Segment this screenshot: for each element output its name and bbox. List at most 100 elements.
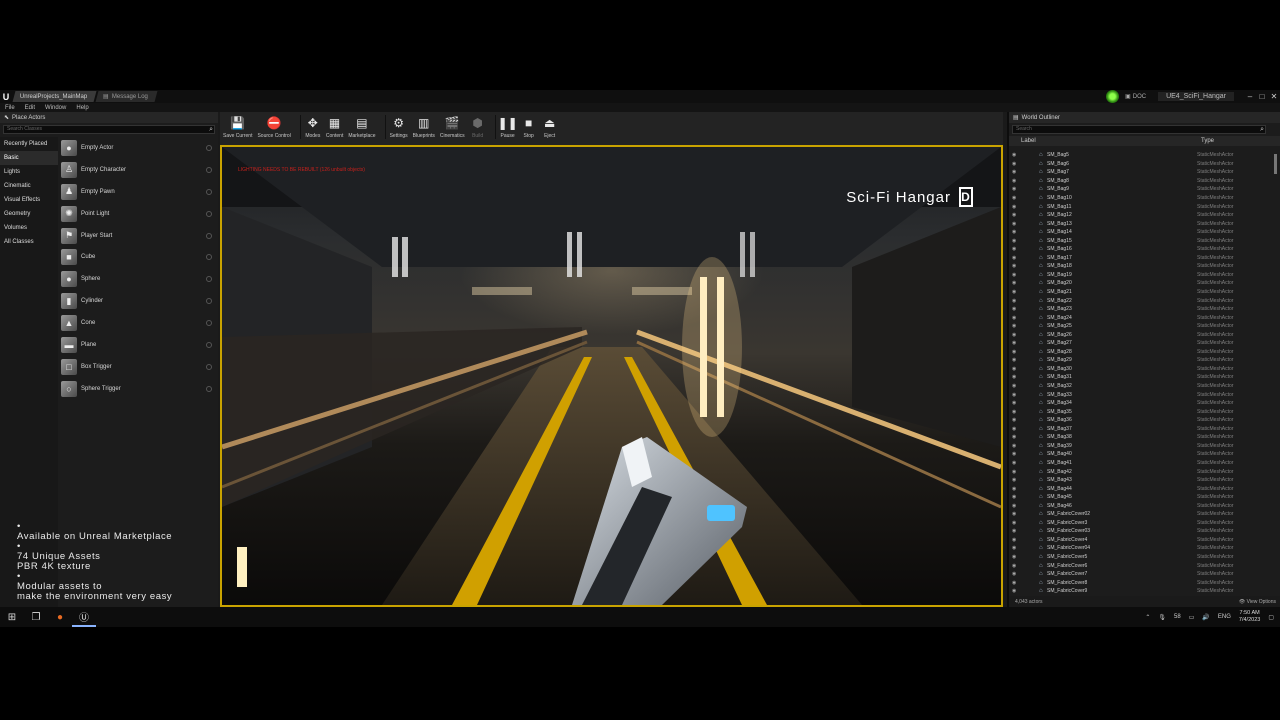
visibility-eye-icon[interactable]: ◉ — [1012, 383, 1019, 389]
actor-item[interactable]: ● Sphere — [58, 268, 218, 290]
outliner-row[interactable]: ◉ ⌂ SM_FabricCover9 StaticMeshActor — [1009, 587, 1275, 595]
settings-button[interactable]: ⚙ Settings — [390, 115, 408, 139]
visibility-eye-icon[interactable]: ◉ — [1012, 494, 1019, 500]
visibility-eye-icon[interactable]: ◉ — [1012, 588, 1019, 594]
outliner-row[interactable]: ◉ ⌂ SM_Bag41 StaticMeshActor — [1009, 459, 1275, 468]
visibility-eye-icon[interactable]: ◉ — [1012, 186, 1019, 192]
eject-button[interactable]: ⏏ Eject — [542, 115, 558, 139]
visibility-eye-icon[interactable]: ◉ — [1012, 409, 1019, 415]
unreal-taskbar-icon[interactable]: Ⓤ — [72, 607, 96, 627]
visibility-eye-icon[interactable]: ◉ — [1012, 161, 1019, 167]
outliner-row[interactable]: ◉ ⌂ SM_Bag20 StaticMeshActor — [1009, 279, 1275, 288]
outliner-row[interactable]: ◉ ⌂ SM_FabricCover4 StaticMeshActor — [1009, 536, 1275, 545]
tab-main-map[interactable]: UnrealProjects_MainMap — [12, 91, 97, 102]
notification-icon[interactable]: ▢ — [1268, 614, 1274, 621]
world-outliner-tab[interactable]: ▤ World Outliner — [1009, 112, 1280, 123]
outliner-row[interactable]: ◉ ⌂ SM_Bag34 StaticMeshActor — [1009, 399, 1275, 408]
visibility-eye-icon[interactable]: ◉ — [1012, 400, 1019, 406]
content-button[interactable]: ▦ Content — [326, 115, 344, 139]
task-view-icon[interactable]: ❐ — [24, 607, 48, 627]
category-geometry[interactable]: Geometry — [0, 207, 58, 221]
visibility-eye-icon[interactable]: ◉ — [1012, 246, 1019, 252]
outliner-row[interactable]: ◉ ⌂ SM_FabricCover03 StaticMeshActor — [1009, 527, 1275, 536]
outliner-row[interactable]: ◉ ⌂ SM_Bag13 StaticMeshActor — [1009, 219, 1275, 228]
visibility-eye-icon[interactable]: ◉ — [1012, 554, 1019, 560]
actor-item[interactable]: ▮ Cylinder — [58, 290, 218, 312]
outliner-row[interactable]: ◉ ⌂ SM_Bag17 StaticMeshActor — [1009, 254, 1275, 263]
visibility-eye-icon[interactable]: ◉ — [1012, 571, 1019, 577]
visibility-eye-icon[interactable]: ◉ — [1012, 332, 1019, 338]
actor-item[interactable]: ✺ Point Light — [58, 203, 218, 225]
outliner-row[interactable]: ◉ ⌂ SM_Bag43 StaticMeshActor — [1009, 476, 1275, 485]
visibility-eye-icon[interactable]: ◉ — [1012, 520, 1019, 526]
outliner-row[interactable]: ◉ ⌂ SM_Bag9 StaticMeshActor — [1009, 185, 1275, 194]
blueprints-button[interactable]: ▥ Blueprints — [413, 115, 435, 139]
outliner-row[interactable]: ◉ ⌂ SM_Bag28 StaticMeshActor — [1009, 348, 1275, 357]
volume-icon[interactable]: 🔊 — [1202, 614, 1209, 621]
outliner-row[interactable]: ◉ ⌂ SM_Bag46 StaticMeshActor — [1009, 501, 1275, 510]
visibility-eye-icon[interactable]: ◉ — [1012, 298, 1019, 304]
visibility-eye-icon[interactable]: ◉ — [1012, 528, 1019, 534]
outliner-row[interactable]: ◉ ⌂ SM_Bag21 StaticMeshActor — [1009, 288, 1275, 297]
outliner-row[interactable]: ◉ ⌂ SM_Bag30 StaticMeshActor — [1009, 365, 1275, 374]
pause-button[interactable]: ❚❚ Pause — [498, 115, 518, 139]
clock[interactable]: 7:50 AM 7/4/2023 — [1239, 610, 1260, 624]
documentation-button[interactable]: ▣ DOC — [1125, 93, 1146, 101]
outliner-row[interactable]: ◉ ⌂ SM_Bag45 StaticMeshActor — [1009, 493, 1275, 502]
visibility-eye-icon[interactable]: ◉ — [1012, 366, 1019, 372]
visibility-eye-icon[interactable]: ◉ — [1012, 204, 1019, 210]
column-label[interactable]: Label — [1021, 138, 1201, 144]
windows-start-icon[interactable]: ⊞ — [0, 607, 24, 627]
visibility-eye-icon[interactable]: ◉ — [1012, 178, 1019, 184]
outliner-row[interactable]: ◉ ⌂ SM_Bag5 StaticMeshActor — [1009, 151, 1275, 160]
category-basic[interactable]: Basic — [0, 151, 58, 165]
mic-icon[interactable]: 🎙 — [1158, 614, 1166, 621]
menu-file[interactable]: File — [5, 105, 15, 111]
language-indicator[interactable]: ENG — [1218, 614, 1231, 620]
category-lights[interactable]: Lights — [0, 165, 58, 179]
outliner-row[interactable]: ◉ ⌂ SM_Bag40 StaticMeshActor — [1009, 450, 1275, 459]
visibility-eye-icon[interactable]: ◉ — [1012, 503, 1019, 509]
outliner-row[interactable]: ◉ ⌂ SM_Bag27 StaticMeshActor — [1009, 339, 1275, 348]
visibility-eye-icon[interactable]: ◉ — [1012, 212, 1019, 218]
tab-message-log[interactable]: ▤ Message Log — [95, 91, 158, 102]
visibility-eye-icon[interactable]: ◉ — [1012, 238, 1019, 244]
close-button[interactable]: ✕ — [1268, 92, 1280, 101]
menu-edit[interactable]: Edit — [25, 105, 35, 111]
visibility-eye-icon[interactable]: ◉ — [1012, 340, 1019, 346]
outliner-row[interactable]: ◉ ⌂ SM_Bag18 StaticMeshActor — [1009, 262, 1275, 271]
visibility-eye-icon[interactable]: ◉ — [1012, 451, 1019, 457]
visibility-eye-icon[interactable]: ◉ — [1012, 417, 1019, 423]
source-control-status-icon[interactable] — [1106, 90, 1120, 103]
visibility-eye-icon[interactable]: ◉ — [1012, 272, 1019, 278]
outliner-row[interactable]: ◉ ⌂ SM_FabricCover04 StaticMeshActor — [1009, 544, 1275, 553]
actor-item[interactable]: ♙ Empty Character — [58, 159, 218, 181]
outliner-row[interactable]: ◉ ⌂ SM_Bag29 StaticMeshActor — [1009, 356, 1275, 365]
visibility-eye-icon[interactable]: ◉ — [1012, 323, 1019, 329]
visibility-eye-icon[interactable]: ◉ — [1012, 443, 1019, 449]
outliner-scrollbar[interactable] — [1274, 154, 1277, 174]
stop-button[interactable]: ■ Stop — [521, 115, 537, 139]
firefox-icon[interactable]: ● — [48, 607, 72, 627]
actor-item[interactable]: ♟ Empty Pawn — [58, 181, 218, 203]
outliner-row[interactable]: ◉ ⌂ SM_FabricCover5 StaticMeshActor — [1009, 553, 1275, 562]
place-actors-tab[interactable]: ⬉ Place Actors — [0, 112, 218, 123]
outliner-row[interactable]: ◉ ⌂ SM_Bag22 StaticMeshActor — [1009, 296, 1275, 305]
visibility-eye-icon[interactable]: ◉ — [1012, 486, 1019, 492]
outliner-row[interactable]: ◉ ⌂ SM_Bag36 StaticMeshActor — [1009, 416, 1275, 425]
search-classes-input[interactable]: Search Classes ⌕ — [3, 125, 215, 134]
source-control-button[interactable]: ⛔ Source Control — [257, 115, 290, 139]
outliner-row[interactable]: ◉ ⌂ SM_Bag35 StaticMeshActor — [1009, 407, 1275, 416]
modes-button[interactable]: ✥ Modes — [305, 115, 321, 139]
visibility-eye-icon[interactable]: ◉ — [1012, 229, 1019, 235]
menu-window[interactable]: Window — [45, 105, 66, 111]
level-viewport[interactable]: LIGHTING NEEDS TO BE REBUILT (126 unbuil… — [220, 145, 1003, 607]
category-recently-placed[interactable]: Recently Placed — [0, 137, 58, 151]
visibility-eye-icon[interactable]: ◉ — [1012, 392, 1019, 398]
outliner-row[interactable]: ◉ ⌂ SM_Bag26 StaticMeshActor — [1009, 330, 1275, 339]
outliner-row[interactable]: ◉ ⌂ SM_Bag42 StaticMeshActor — [1009, 467, 1275, 476]
actor-item[interactable]: ▬ Plane — [58, 334, 218, 356]
view-options-button[interactable]: 👁 View Options — [1239, 599, 1276, 605]
outliner-row[interactable]: ◉ ⌂ SM_Bag7 StaticMeshActor — [1009, 168, 1275, 177]
outliner-row[interactable]: ◉ ⌂ SM_Bag39 StaticMeshActor — [1009, 442, 1275, 451]
